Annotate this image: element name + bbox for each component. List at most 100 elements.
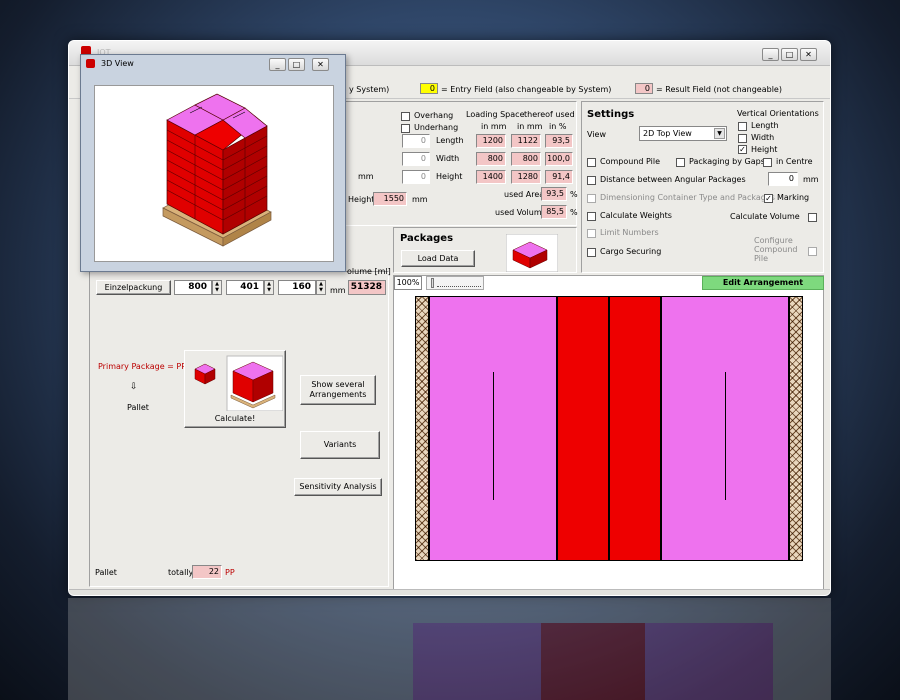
height-used-field: 1280 [511,170,541,184]
minimize-button[interactable]: _ [762,48,779,61]
legend-result-text: = Result Field (not changeable) [656,85,782,94]
sensitivity-analysis-button[interactable]: Sensitivity Analysis [294,478,382,496]
edit-arrangement-button[interactable]: Edit Arrangement [702,276,824,290]
variants-button[interactable]: Variants [300,431,380,459]
zoom-field[interactable]: 100% [394,276,422,290]
vo-height-label: Height [751,145,778,154]
app-icon [86,59,95,68]
view3d-minimize-button[interactable]: _ [269,58,286,71]
reflection-pink-left [413,623,541,700]
dim2-field[interactable]: 401 [226,280,264,295]
maximize-button[interactable]: □ [781,48,798,61]
pallet-flow-label: Pallet [127,403,149,412]
length-entry-field[interactable]: 0 [402,134,430,148]
width-label: Width [436,154,460,163]
volume-field: 51328 [348,280,386,295]
dim3-field[interactable]: 160 [278,280,316,295]
length-space-field: 1200 [476,134,506,148]
packages-panel: Packages Load Data [393,227,577,273]
pallet-board-left [415,296,429,561]
cargo-securing-checkbox[interactable] [587,248,596,257]
view3d-title: 3D View [101,59,134,68]
view-select-value: 2D Top View [643,129,692,138]
package-block-red-2[interactable] [609,296,661,561]
distance-field[interactable]: 0 [768,172,798,186]
packaging-by-gaps-checkbox[interactable] [676,158,685,167]
underhang-checkbox[interactable] [401,124,410,133]
view3d-close-button[interactable]: ✕ [312,58,329,71]
overhang-label: Overhang [414,111,454,120]
view3d-canvas[interactable] [94,85,334,262]
totally-field: 22 [192,565,222,579]
used-area-label: used Area [504,190,545,199]
package-thumbnail-icon [506,234,558,272]
length-label: Length [436,136,464,145]
view3d-maximize-button[interactable]: □ [288,58,305,71]
zoom-slider-thumb[interactable] [431,278,434,288]
configure-compound-label: Configure Compound Pile [754,236,798,263]
underhang-label: Underhang [414,123,459,132]
unit-mm-header-2: in mm [517,122,543,131]
total-height-label: Height [348,195,375,204]
vo-width-label: Width [751,133,775,142]
width-entry-field[interactable]: 0 [402,152,430,166]
mm-label: mm [358,172,374,181]
packaging-by-gaps-label: Packaging by Gaps [689,157,765,166]
used-area-field: 93,5 [541,187,567,201]
dimensioning-label: Dimensioning Container Type and Packages [600,193,775,202]
overhang-checkbox[interactable] [401,112,410,121]
vo-length-checkbox[interactable] [738,122,747,131]
show-several-button[interactable]: Show several Arrangements [300,375,376,405]
chevron-down-icon[interactable]: ▼ [714,128,725,139]
width-space-field: 800 [476,152,506,166]
marking-checkbox[interactable]: ✓ [764,194,773,203]
compound-pile-checkbox[interactable] [587,158,596,167]
view3d-window[interactable]: 3D View _ □ ✕ [80,54,346,272]
unit-pct-header: in % [549,122,567,131]
dimensioning-checkbox[interactable] [587,194,596,203]
distance-angular-label: Distance between Angular Packages [600,175,746,184]
marking-line [725,372,726,500]
package-block-red-1[interactable] [557,296,609,561]
dim1-spinner[interactable]: ▲ ▼ [212,280,222,295]
calculate-button[interactable]: Calculate! [184,350,286,428]
dim3-spinner[interactable]: ▲ ▼ [316,280,326,295]
zoom-slider[interactable] [426,276,484,290]
view-select[interactable]: 2D Top View ▼ [639,126,727,141]
dim2-spinner[interactable]: ▲ ▼ [264,280,274,295]
cargo-securing-label: Cargo Securing [600,247,662,256]
view3d-title-bar[interactable]: 3D View _ □ ✕ [81,55,345,73]
pallet-3d-render [162,93,272,247]
einzelpackung-button[interactable]: Einzelpackung [96,280,171,295]
vo-width-checkbox[interactable] [738,134,747,143]
close-button[interactable]: ✕ [800,48,817,61]
used-area-unit: % [570,190,578,199]
length-pct-field: 93,5 [545,134,573,148]
dim1-field[interactable]: 800 [174,280,212,295]
legend-entry-text: = Entry Field (also changeable by System… [441,85,612,94]
length-used-field: 1122 [511,134,541,148]
volume-header: olume [ml] [347,267,391,276]
used-volume-label: used Volume [495,208,547,217]
settings-panel: Settings View 2D Top View ▼ Vertical Ori… [581,101,824,273]
configure-compound-checkbox[interactable] [808,247,817,256]
calculate-weights-label: Calculate Weights [600,211,672,220]
vo-height-checkbox[interactable]: ✓ [738,145,747,154]
package-block-pink-left[interactable] [429,296,557,561]
arrangement-view[interactable]: 100% Edit Arrangement [393,275,824,593]
status-bar [69,589,830,595]
settings-title: Settings [587,109,635,120]
distance-angular-checkbox[interactable] [587,176,596,185]
calculate-volume-checkbox[interactable] [808,213,817,222]
package-block-pink-right[interactable] [661,296,789,561]
height-entry-field[interactable]: 0 [402,170,430,184]
limit-numbers-label: Limit Numbers [600,228,659,237]
in-centre-checkbox[interactable] [763,158,772,167]
limit-numbers-checkbox[interactable] [587,229,596,238]
marking-label: Marking [777,193,810,202]
calculate-weights-checkbox[interactable] [587,212,596,221]
total-height-field: 1550 [373,192,407,206]
load-data-button[interactable]: Load Data [401,250,475,267]
reflection-pink-right [645,623,773,700]
distance-unit: mm [803,175,819,184]
